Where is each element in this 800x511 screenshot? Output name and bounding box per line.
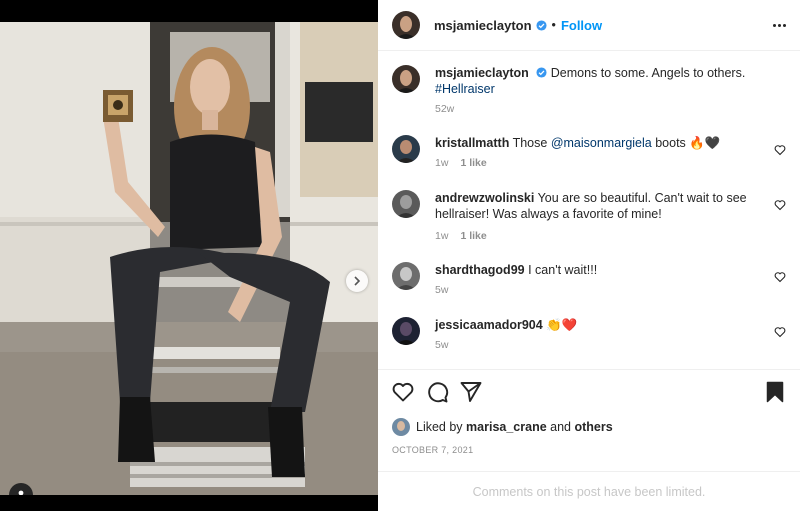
comments-list[interactable]: msjamieclayton Demons to some. Angels to… (378, 51, 800, 369)
commenter-avatar[interactable] (392, 317, 420, 345)
photo-illustration (0, 22, 378, 495)
author-username[interactable]: msjamieclayton (434, 18, 532, 33)
comment-age: 5w (435, 284, 449, 296)
follow-button[interactable]: Follow (561, 18, 602, 33)
comment-body: 👏❤️ (546, 318, 578, 332)
caption-age: 52w (435, 103, 455, 115)
post-header: msjamieclayton • Follow (378, 0, 800, 51)
comment-text: shardthagod99 I can't wait!!! (435, 262, 765, 278)
mention-link[interactable]: @maisonmargiela (551, 136, 652, 150)
next-photo-button[interactable] (346, 270, 368, 292)
comment-meta: 1w 1 like (435, 157, 487, 169)
action-buttons (391, 380, 787, 404)
caption-avatar[interactable] (392, 65, 420, 93)
caption-body: Demons to some. Angels to others. (550, 66, 746, 80)
heart-icon[interactable] (774, 271, 786, 283)
chevron-right-icon (354, 276, 361, 286)
hashtag-link[interactable]: #Hellraiser (435, 82, 495, 96)
comments-limited-notice: Comments on this post have been limited. (378, 471, 800, 511)
bookmark-icon[interactable] (763, 380, 787, 404)
comment-text: kristallmatth Those @maisonmargiela boot… (435, 135, 765, 151)
likes-summary: Liked by marisa_crane and others (392, 418, 613, 436)
more-horizontal-icon (773, 23, 776, 27)
post-photo[interactable] (0, 22, 378, 495)
comment-likes[interactable]: 1 like (460, 157, 486, 169)
post-side-panel: msjamieclayton • Follow msjamieclayton D… (378, 0, 800, 511)
heart-icon[interactable] (774, 326, 786, 338)
comment-age: 1w (435, 230, 449, 242)
author-avatar[interactable] (392, 11, 420, 39)
paper-plane-icon[interactable] (459, 380, 483, 404)
heart-icon[interactable] (391, 380, 415, 404)
commenter-avatar[interactable] (392, 262, 420, 290)
liker-avatar[interactable] (392, 418, 410, 436)
heart-icon[interactable] (774, 199, 786, 211)
comment-meta: 5w (435, 284, 448, 296)
commenter-username[interactable]: andrewzwolinski (435, 191, 534, 205)
comment-age: 1w (435, 157, 449, 169)
caption-username[interactable]: msjamieclayton (435, 66, 529, 80)
comment-text: andrewzwolinski You are so beautiful. Ca… (435, 190, 765, 222)
commenter-username[interactable]: jessicaamador904 (435, 318, 543, 332)
liked-by-label: Liked by (416, 420, 463, 434)
comment-body-end: boots 🔥🖤 (651, 136, 721, 150)
comment-meta: 5w (435, 339, 448, 351)
post-date: OCTOBER 7, 2021 (392, 445, 474, 455)
comment-age: 5w (435, 339, 449, 351)
comment-body: I can't wait!!! (528, 263, 598, 277)
commenter-avatar[interactable] (392, 135, 420, 163)
verified-badge-icon (536, 67, 547, 78)
separator-dot: • (551, 18, 556, 32)
commenter-avatar[interactable] (392, 190, 420, 218)
verified-badge-icon (536, 19, 547, 31)
likes-others-link[interactable]: others (575, 420, 613, 434)
caption-meta: 52w (435, 103, 454, 115)
caption-text: msjamieclayton Demons to some. Angels to… (435, 65, 765, 97)
comment-text: jessicaamador904 👏❤️ (435, 317, 765, 333)
comment-icon[interactable] (425, 380, 449, 404)
heart-icon[interactable] (774, 144, 786, 156)
comment-meta: 1w 1 like (435, 230, 487, 242)
post-actions: Liked by marisa_crane and others OCTOBER… (378, 369, 800, 471)
liker-username[interactable]: marisa_crane (466, 420, 547, 434)
post-modal: msjamieclayton • Follow msjamieclayton D… (0, 0, 800, 511)
user-tag-icon (18, 490, 24, 495)
commenter-username[interactable]: shardthagod99 (435, 263, 525, 277)
comment-body: Those (512, 136, 551, 150)
more-options-button[interactable] (773, 23, 786, 27)
liked-and-label: and (550, 420, 572, 434)
comment-likes[interactable]: 1 like (460, 230, 486, 242)
commenter-username[interactable]: kristallmatth (435, 136, 509, 150)
